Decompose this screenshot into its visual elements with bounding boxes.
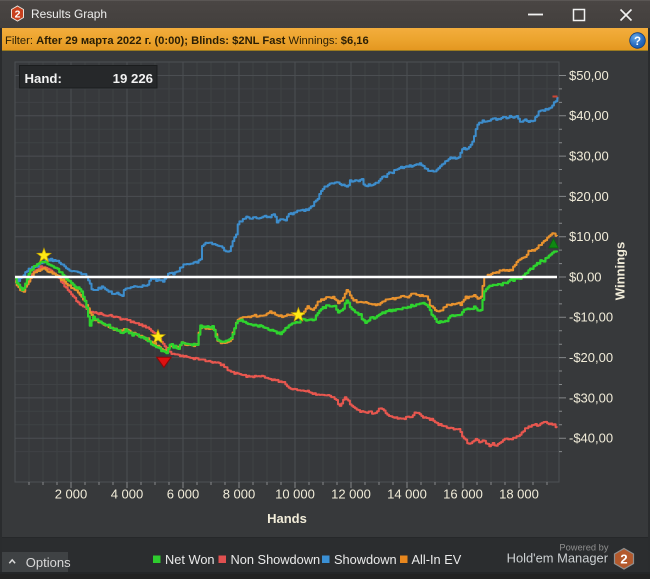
svg-text:-$30,00: -$30,00 [569,390,613,405]
svg-text:$30,00: $30,00 [569,149,609,164]
svg-text:14 000: 14 000 [387,487,427,502]
svg-text:Non Showdown: Non Showdown [231,552,321,567]
svg-text:Hand:: Hand: [25,71,62,86]
svg-text:18 000: 18 000 [499,487,539,502]
svg-text:-$20,00: -$20,00 [569,350,613,365]
svg-text:Winnings: Winnings [613,242,628,300]
svg-text:-$40,00: -$40,00 [569,431,613,446]
svg-text:$50,00: $50,00 [569,68,609,83]
svg-text:2 000: 2 000 [55,487,88,502]
svg-text:$20,00: $20,00 [569,189,609,204]
svg-text:Options: Options [26,555,71,570]
svg-text:$0,00: $0,00 [569,269,602,284]
svg-text:8 000: 8 000 [223,487,256,502]
svg-text:$40,00: $40,00 [569,108,609,123]
svg-text:Net Won: Net Won [165,552,215,567]
svg-text:Filter: After 29 марта 2022 г.: Filter: After 29 марта 2022 г. (0:00); B… [5,35,369,47]
svg-text:2: 2 [620,552,627,567]
svg-text:Results Graph: Results Graph [31,7,107,21]
svg-text:Showdown: Showdown [334,552,397,567]
svg-text:2: 2 [15,9,21,21]
svg-text:6 000: 6 000 [167,487,200,502]
svg-text:?: ? [634,36,641,48]
svg-text:Hold'em Manager: Hold'em Manager [507,551,609,566]
svg-text:Hands: Hands [267,511,307,526]
svg-text:4 000: 4 000 [111,487,144,502]
svg-text:$10,00: $10,00 [569,229,609,244]
svg-text:All-In EV: All-In EV [412,552,462,567]
svg-text:10 000: 10 000 [275,487,315,502]
svg-text:19 226: 19 226 [113,71,153,86]
svg-text:-$10,00: -$10,00 [569,310,613,325]
svg-text:12 000: 12 000 [331,487,371,502]
svg-text:16 000: 16 000 [443,487,483,502]
